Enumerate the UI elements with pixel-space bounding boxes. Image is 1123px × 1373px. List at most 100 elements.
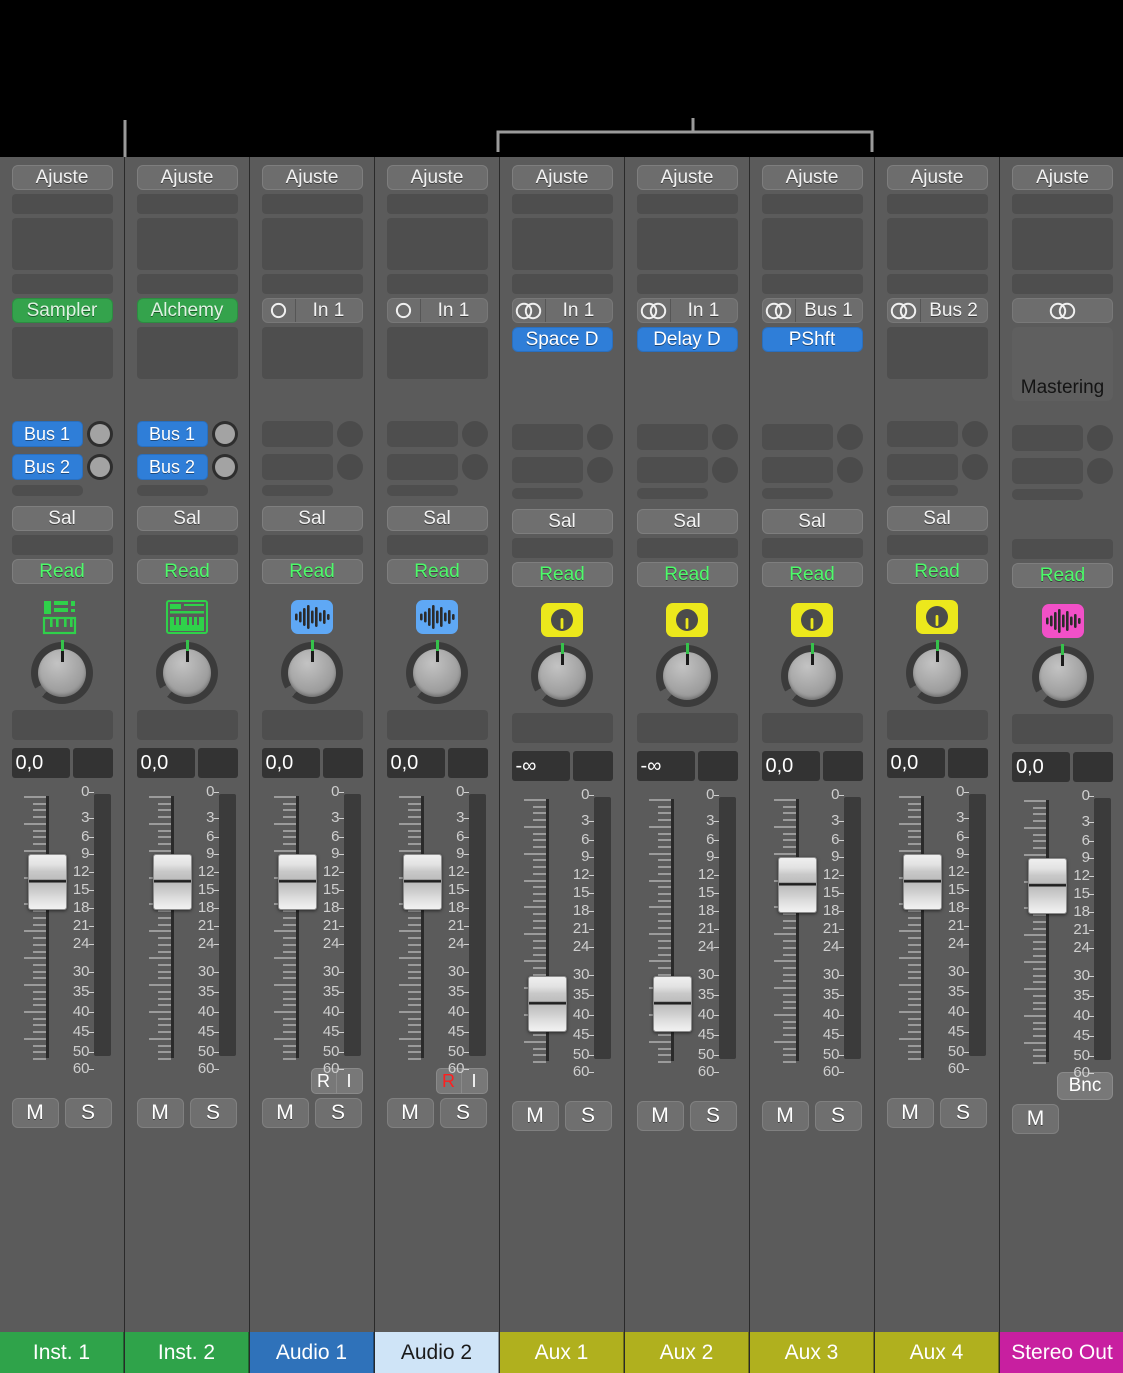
- automation-mode-button[interactable]: Read: [1012, 563, 1113, 588]
- input-slot[interactable]: In 1: [261, 298, 363, 323]
- automation-mode-button[interactable]: Read: [511, 562, 613, 587]
- volume-value[interactable]: 0,0: [386, 748, 445, 778]
- mute-button[interactable]: M: [261, 1098, 309, 1128]
- channel-strip-aux-4[interactable]: Ajuste Bus 2 Sal Read 0,0 0 3 6 9 12 15 1: [875, 157, 1000, 1373]
- automation-mode-button[interactable]: Read: [636, 562, 738, 587]
- eq-thumbnail-slot[interactable]: [11, 218, 113, 270]
- group-slot[interactable]: [11, 535, 113, 555]
- send-slot-extra[interactable]: [136, 485, 208, 496]
- send-slot-extra[interactable]: [386, 485, 458, 496]
- volume-fader[interactable]: [27, 854, 67, 910]
- solo-button[interactable]: S: [564, 1101, 612, 1131]
- send-level-knob-2[interactable]: [961, 454, 988, 480]
- eq-thumbnail-slot[interactable]: [511, 218, 613, 270]
- eq-thumbnail-slot[interactable]: [636, 218, 738, 270]
- volume-value[interactable]: 0,0: [1012, 752, 1070, 782]
- send-level-knob-1[interactable]: [86, 421, 113, 447]
- input-slot[interactable]: Bus 1: [761, 298, 863, 323]
- send-slot-2[interactable]: [761, 457, 833, 483]
- output-slot[interactable]: Sal: [886, 506, 988, 531]
- send-level-knob-2[interactable]: [336, 454, 363, 480]
- setting-button[interactable]: Ajuste: [636, 165, 738, 190]
- mute-button[interactable]: M: [386, 1098, 434, 1128]
- send-level-knob-1[interactable]: [586, 424, 613, 450]
- group-slot[interactable]: [136, 535, 238, 555]
- channel-strip-audio-2[interactable]: Ajuste In 1 Sal Read 0,0 0 3 6 9 12 15 18 21 24 30…: [375, 157, 500, 1373]
- channel-strip-aux-3[interactable]: Ajuste Bus 1 PShft Sal Read 0,0 0369 12 …: [750, 157, 875, 1373]
- pan-knob[interactable]: [906, 640, 968, 704]
- volume-value[interactable]: 0,0: [11, 748, 70, 778]
- send-slot-1[interactable]: [886, 421, 958, 447]
- pan-value-slot[interactable]: [261, 710, 363, 740]
- channel-strip-stereo-out[interactable]: Ajuste Mastering Read 0,0 0 3 6 9 12 15 18 21 24…: [1000, 157, 1123, 1373]
- mute-button[interactable]: M: [511, 1101, 559, 1131]
- send-slot-2[interactable]: [636, 457, 708, 483]
- pan-knob[interactable]: [531, 643, 593, 707]
- eq-slot[interactable]: [636, 194, 738, 214]
- output-slot[interactable]: Sal: [136, 506, 238, 531]
- insert-plugin-slot[interactable]: Delay D: [636, 327, 738, 352]
- peak-value[interactable]: [697, 751, 738, 781]
- channel-nameplate[interactable]: Audio 2: [375, 1332, 499, 1373]
- pan-value-slot[interactable]: [136, 710, 238, 740]
- volume-fader[interactable]: [777, 857, 817, 913]
- volume-fader[interactable]: [402, 854, 442, 910]
- automation-mode-button[interactable]: Read: [11, 559, 113, 584]
- input-slot[interactable]: In 1: [636, 298, 738, 323]
- instrument-slot[interactable]: Alchemy: [136, 298, 238, 323]
- send-slot-2[interactable]: [511, 457, 583, 483]
- pan-value-slot[interactable]: [636, 713, 738, 743]
- channel-nameplate[interactable]: Aux 3: [750, 1332, 874, 1373]
- setting-button[interactable]: Ajuste: [1012, 165, 1113, 190]
- peak-value[interactable]: [572, 751, 613, 781]
- send-slot-extra[interactable]: [261, 485, 333, 496]
- output-slot[interactable]: Sal: [386, 506, 488, 531]
- midi-fx-slot[interactable]: [886, 274, 988, 294]
- pan-knob[interactable]: [31, 640, 93, 704]
- channel-strip-aux-1[interactable]: Ajuste In 1 Space D Sal Read -∞ 0369 12 …: [500, 157, 625, 1373]
- pan-value-slot[interactable]: [386, 710, 488, 740]
- solo-button[interactable]: S: [314, 1098, 362, 1128]
- send-slot-2[interactable]: Bus 2: [11, 454, 83, 480]
- eq-slot[interactable]: [1012, 194, 1113, 214]
- send-level-knob-2[interactable]: [1087, 458, 1113, 484]
- mute-button[interactable]: M: [886, 1098, 934, 1128]
- eq-thumbnail-slot[interactable]: [1012, 218, 1113, 270]
- eq-thumbnail-slot[interactable]: [261, 218, 363, 270]
- volume-value[interactable]: 0,0: [261, 748, 320, 778]
- eq-slot[interactable]: [886, 194, 988, 214]
- group-slot[interactable]: [761, 538, 863, 558]
- midi-fx-slot[interactable]: [761, 274, 863, 294]
- midi-fx-slot[interactable]: [511, 274, 613, 294]
- volume-value[interactable]: 0,0: [886, 748, 945, 778]
- send-slot-extra[interactable]: [1012, 489, 1083, 500]
- output-slot[interactable]: Sal: [11, 506, 113, 531]
- send-slot-2[interactable]: [386, 454, 458, 480]
- eq-slot[interactable]: [11, 194, 113, 214]
- volume-fader[interactable]: [152, 854, 192, 910]
- send-slot-extra[interactable]: [511, 488, 583, 499]
- eq-slot[interactable]: [136, 194, 238, 214]
- send-level-knob-2[interactable]: [461, 454, 488, 480]
- volume-value[interactable]: 0,0: [761, 751, 820, 781]
- automation-mode-button[interactable]: Read: [886, 559, 988, 584]
- eq-slot[interactable]: [261, 194, 363, 214]
- send-slot-extra[interactable]: [11, 485, 83, 496]
- eq-slot[interactable]: [511, 194, 613, 214]
- insert-slot[interactable]: [386, 327, 488, 379]
- volume-value[interactable]: -∞: [636, 751, 695, 781]
- channel-strip-audio-1[interactable]: Ajuste In 1 Sal Read 0,0 0 3 6 9 12 15 18 21 24 30…: [250, 157, 375, 1373]
- input-monitor-button[interactable]: I: [461, 1068, 488, 1094]
- peak-value[interactable]: [1073, 752, 1113, 782]
- send-level-knob-2[interactable]: [586, 457, 613, 483]
- send-slot-1[interactable]: [261, 421, 333, 447]
- pan-knob[interactable]: [156, 640, 218, 704]
- send-slot-extra[interactable]: [886, 485, 958, 496]
- pan-knob[interactable]: [281, 640, 343, 704]
- volume-fader[interactable]: [1028, 858, 1067, 914]
- send-level-knob-1[interactable]: [836, 424, 863, 450]
- mute-button[interactable]: M: [136, 1098, 184, 1128]
- send-level-knob-2[interactable]: [836, 457, 863, 483]
- send-level-knob-1[interactable]: [336, 421, 363, 447]
- eq-slot[interactable]: [761, 194, 863, 214]
